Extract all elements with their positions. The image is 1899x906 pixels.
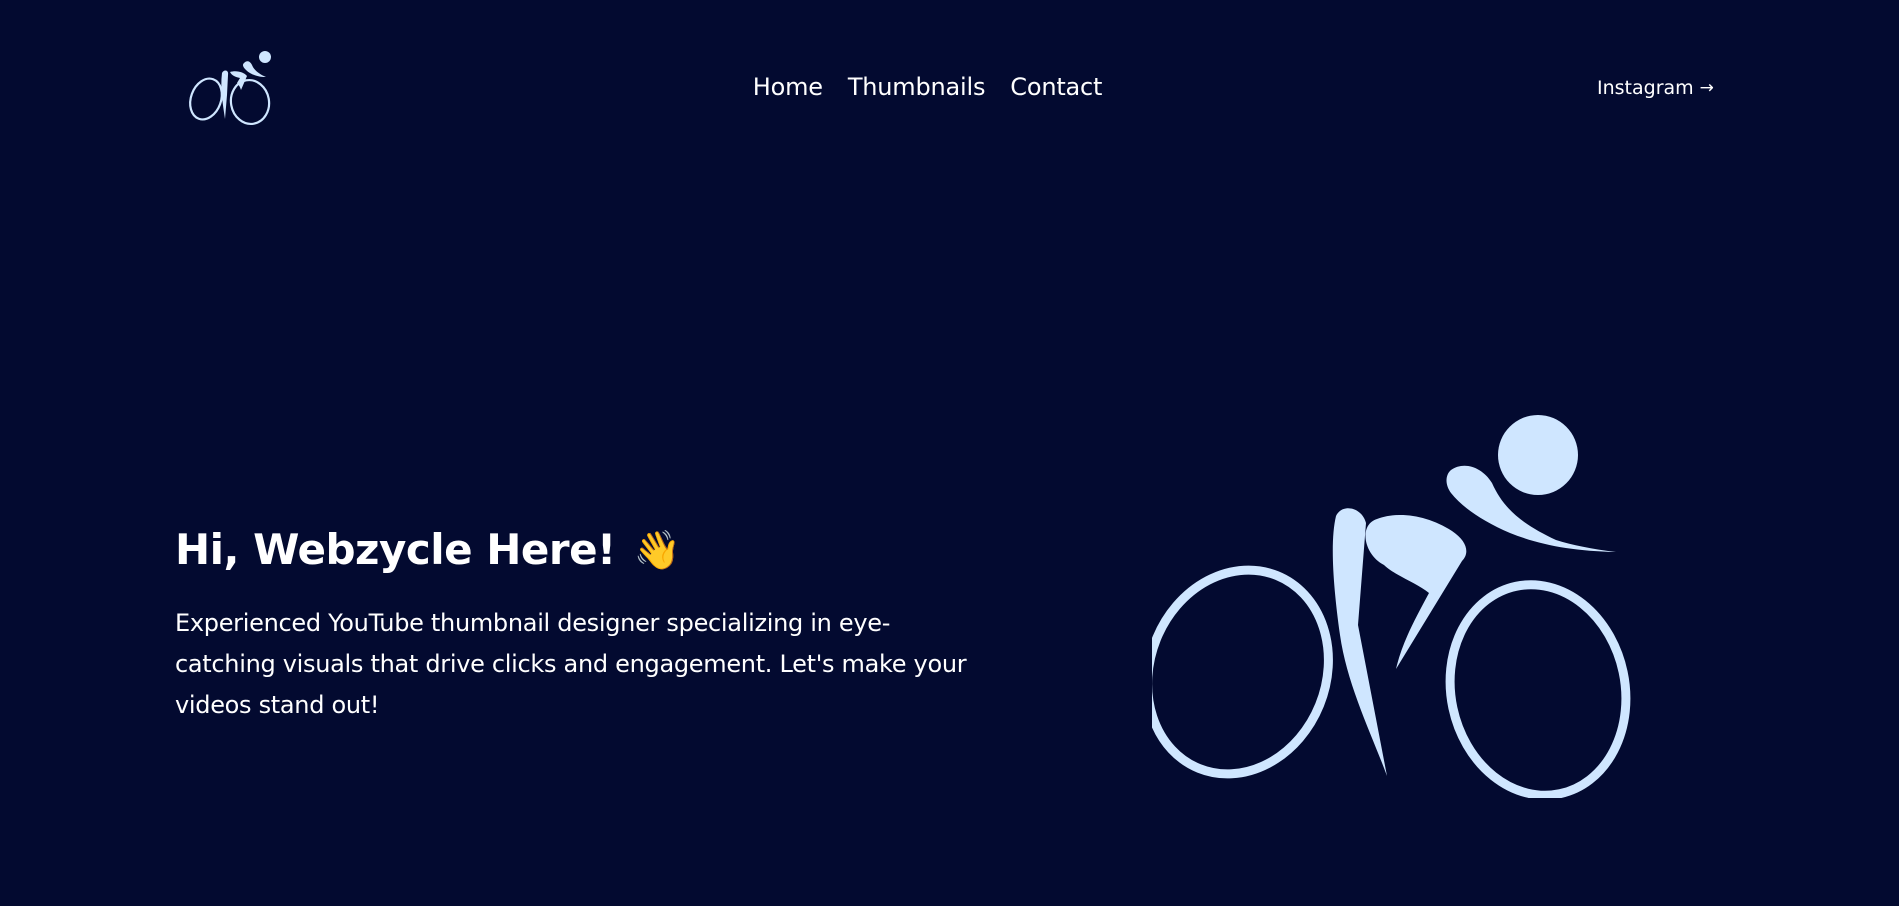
nav-contact[interactable]: Contact [1010, 72, 1102, 102]
waving-hand-icon: 👋 [633, 528, 681, 572]
hero-illustration [1152, 415, 1644, 798]
arrow-right-icon: → [1699, 78, 1714, 98]
hero-title: Hi, Webzycle Here! 👋 [175, 522, 681, 578]
instagram-link[interactable]: Instagram → [1597, 76, 1714, 100]
hero-description: Experienced YouTube thumbnail designer s… [175, 609, 967, 719]
instagram-label: Instagram [1597, 77, 1694, 99]
hero-title-text: Hi, Webzycle Here! [175, 525, 616, 574]
cyclist-icon [1152, 415, 1631, 798]
nav-thumbnails[interactable]: Thumbnails [848, 72, 986, 102]
nav-home[interactable]: Home [753, 72, 823, 102]
